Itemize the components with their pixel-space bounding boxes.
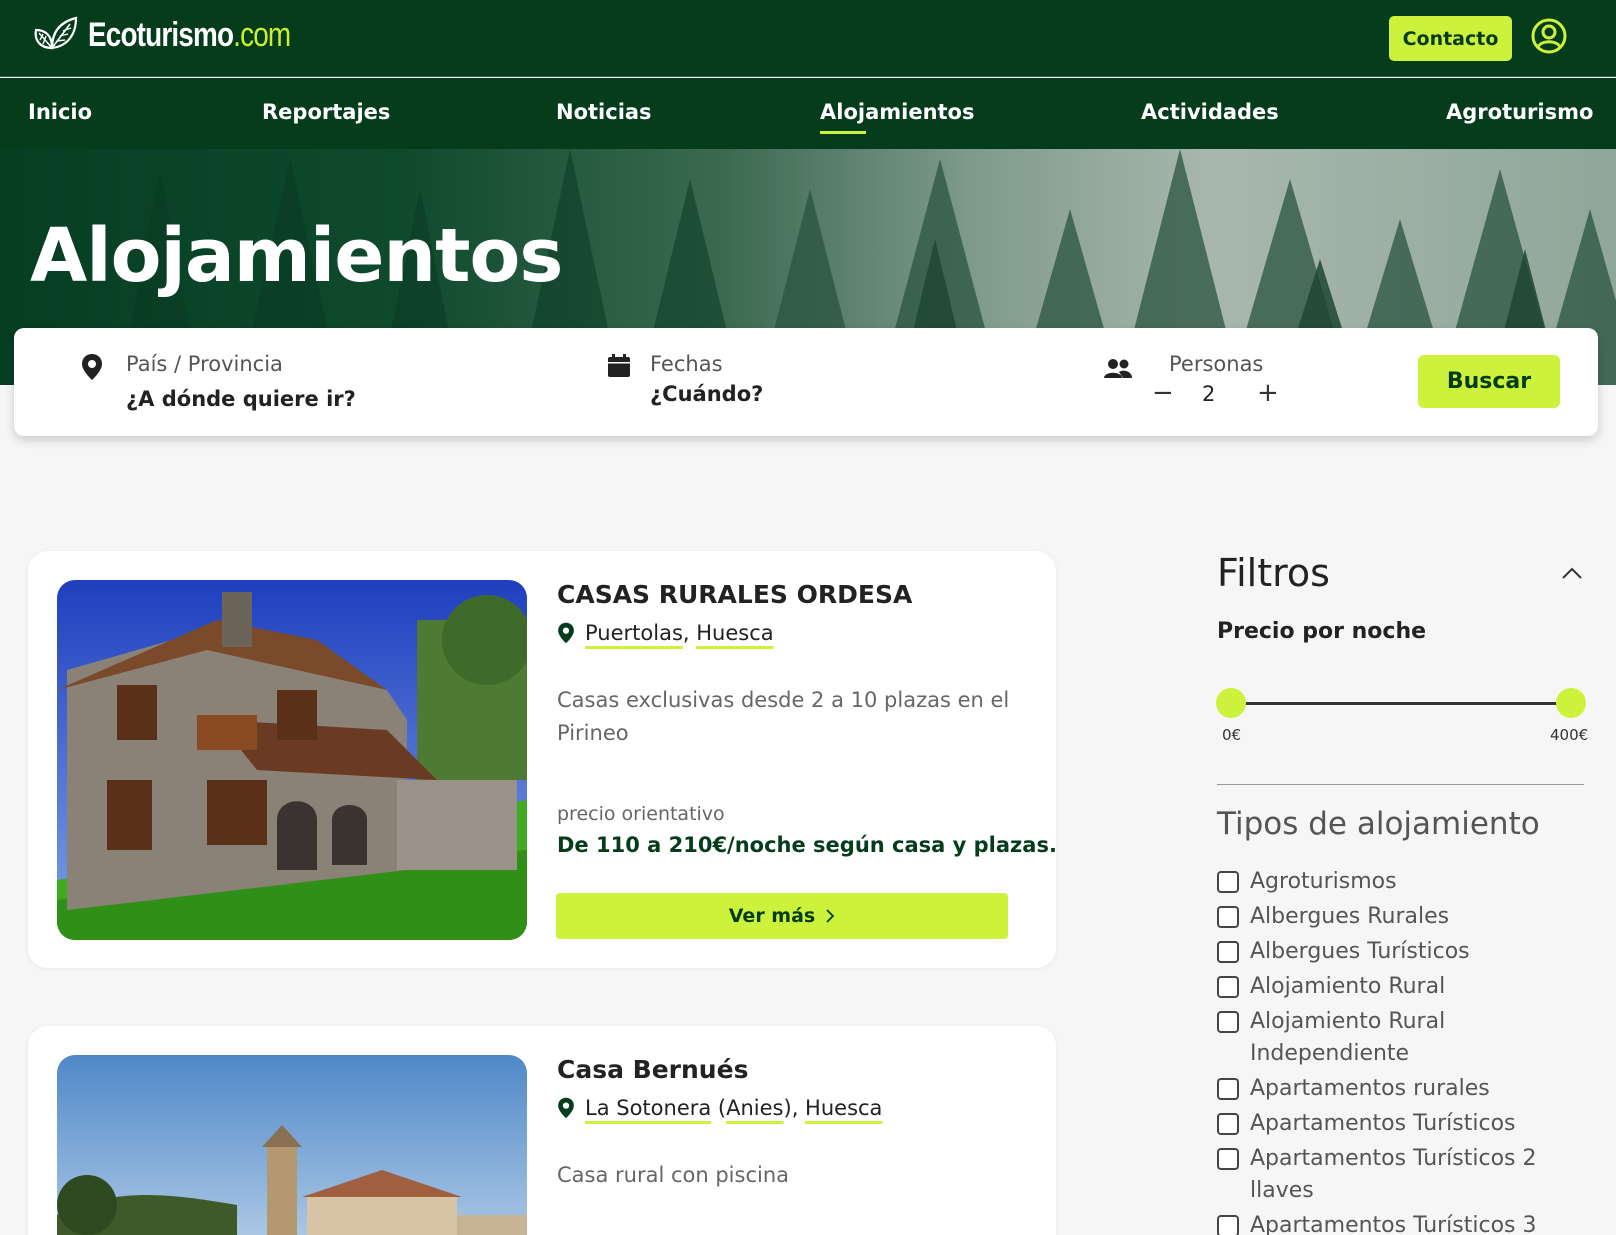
listing-description: Casas exclusivas desde 2 a 10 plazas en … [557, 688, 1010, 745]
dates-input[interactable]: ¿Cuándo? [650, 382, 763, 406]
checkbox[interactable] [1217, 976, 1239, 998]
checkbox-label: Agroturismos [1250, 869, 1397, 894]
filter-type-agroturismos[interactable]: Agroturismos [1217, 866, 1587, 898]
checkbox[interactable] [1217, 1011, 1239, 1033]
checkbox-label: Albergues Rurales [1250, 904, 1450, 929]
people-count: 2 [1202, 382, 1216, 406]
location-link-town[interactable]: La Sotonera [585, 1096, 711, 1120]
location-link-province[interactable]: Huesca [696, 621, 773, 645]
nav-item-inicio[interactable]: Inicio [28, 100, 92, 124]
price-slider-max-handle[interactable] [1556, 688, 1586, 718]
filter-type-apartamentos-rurales[interactable]: Apartamentos rurales [1217, 1073, 1587, 1105]
filters-divider [1217, 784, 1584, 785]
checkbox-label: Apartamentos rurales [1250, 1076, 1490, 1101]
checkbox[interactable] [1217, 1078, 1239, 1100]
people-increment-button[interactable]: + [1257, 378, 1279, 408]
village-photo [57, 1055, 527, 1235]
search-panel: País / Provincia ¿A dónde quiere ir? Fec… [14, 328, 1598, 436]
location-pin-icon [558, 1097, 574, 1119]
nav-item-alojamientos[interactable]: Alojamientos [820, 100, 975, 134]
ver-mas-button[interactable]: Ver más [556, 893, 1008, 939]
people-label: Personas [1169, 352, 1264, 376]
nav-item-actividades[interactable]: Actividades [1141, 100, 1279, 124]
price-min-label: 0€ [1222, 726, 1242, 744]
people-icon [1104, 359, 1132, 378]
checkbox[interactable] [1217, 1113, 1239, 1135]
location-link-locality[interactable]: Anies [726, 1096, 783, 1120]
chevron-up-icon[interactable] [1561, 566, 1583, 580]
price-slider-track[interactable] [1231, 702, 1571, 705]
logo-tld: .com [233, 15, 291, 54]
checkbox-label: Apartamentos Turísticos 3 [1250, 1213, 1537, 1235]
house-photo [57, 580, 527, 940]
checkbox-label: Apartamentos Turísticos 2 llaves [1250, 1146, 1537, 1203]
listing-title[interactable]: Casa Bernués [557, 1055, 748, 1084]
chevron-right-icon [826, 909, 835, 923]
filter-type-alojamiento-rural-independiente[interactable]: Alojamiento Rural Independiente [1217, 1006, 1587, 1070]
filter-type-apartamentos-turisticos-2-llaves[interactable]: Apartamentos Turísticos 2 llaves [1217, 1143, 1587, 1207]
search-button[interactable]: Buscar [1418, 355, 1560, 408]
price-max-label: 400€ [1550, 726, 1589, 744]
listing-card[interactable]: CASAS RURALES ORDESA Puertolas, Huesca C… [28, 551, 1057, 968]
leaf-logo-icon [34, 16, 78, 50]
filter-type-albergues-rurales[interactable]: Albergues Rurales [1217, 901, 1587, 933]
listing-location: Puertolas, Huesca [557, 621, 774, 645]
user-account-icon[interactable] [1531, 18, 1567, 54]
accommodation-types-title: Tipos de alojamiento [1217, 806, 1540, 842]
filter-type-alojamiento-rural[interactable]: Alojamiento Rural [1217, 971, 1587, 1003]
contact-button[interactable]: Contacto [1389, 16, 1512, 61]
checkbox-label: Alojamiento Rural Independiente [1250, 1009, 1446, 1066]
checkbox[interactable] [1217, 1148, 1239, 1170]
checkbox[interactable] [1217, 1215, 1239, 1235]
location-input[interactable]: ¿A dónde quiere ir? [126, 387, 356, 411]
listing-price: De 110 a 210€/noche según casa y plazas. [557, 833, 1057, 857]
nav-item-noticias[interactable]: Noticias [556, 100, 652, 124]
filter-type-apartamentos-turisticos[interactable]: Apartamentos Turísticos [1217, 1108, 1587, 1140]
calendar-icon [608, 354, 630, 377]
location-pin-icon [558, 622, 574, 644]
listing-location: La Sotonera (Anies), Huesca [557, 1096, 882, 1120]
checkbox[interactable] [1217, 906, 1239, 928]
nav-item-agroturismo[interactable]: Agroturismo [1446, 100, 1593, 124]
price-slider-min-handle[interactable] [1216, 688, 1246, 718]
dates-label: Fechas [650, 352, 723, 376]
listing-photo[interactable] [57, 1055, 527, 1235]
ver-mas-label: Ver más [728, 905, 816, 927]
page-title: Alojamientos [30, 213, 563, 299]
nav-item-reportajes[interactable]: Reportajes [262, 100, 390, 124]
filter-type-apartamentos-turisticos-3[interactable]: Apartamentos Turísticos 3 [1217, 1210, 1587, 1235]
listing-card[interactable]: Casa Bernués La Sotonera (Anies), Huesca… [28, 1026, 1056, 1235]
logo-name: Ecoturismo [88, 15, 234, 54]
price-filter-title: Precio por noche [1217, 619, 1427, 644]
filters-title: Filtros [1217, 551, 1330, 595]
checkbox[interactable] [1217, 941, 1239, 963]
top-header: Ecoturismo.com Contacto [0, 0, 1616, 77]
price-label: precio orientativo [557, 803, 725, 825]
location-link-town[interactable]: Puertolas [585, 621, 683, 645]
location-pin-icon [82, 354, 102, 380]
location-label: País / Provincia [126, 352, 283, 376]
main-nav: Inicio Reportajes Noticias Alojamientos … [0, 78, 1616, 149]
checkbox[interactable] [1217, 871, 1239, 893]
location-link-province[interactable]: Huesca [805, 1096, 882, 1120]
people-decrement-button[interactable]: − [1152, 378, 1174, 408]
filter-type-albergues-turisticos[interactable]: Albergues Turísticos [1217, 936, 1587, 968]
site-logo[interactable]: Ecoturismo.com [30, 14, 335, 56]
listing-title[interactable]: CASAS RURALES ORDESA [557, 580, 912, 609]
listing-photo[interactable] [57, 580, 527, 940]
checkbox-label: Albergues Turísticos [1250, 939, 1470, 964]
checkbox-label: Apartamentos Turísticos [1250, 1111, 1516, 1136]
listing-description: Casa rural con piscina [557, 1163, 790, 1187]
checkbox-label: Alojamiento Rural [1250, 974, 1446, 999]
